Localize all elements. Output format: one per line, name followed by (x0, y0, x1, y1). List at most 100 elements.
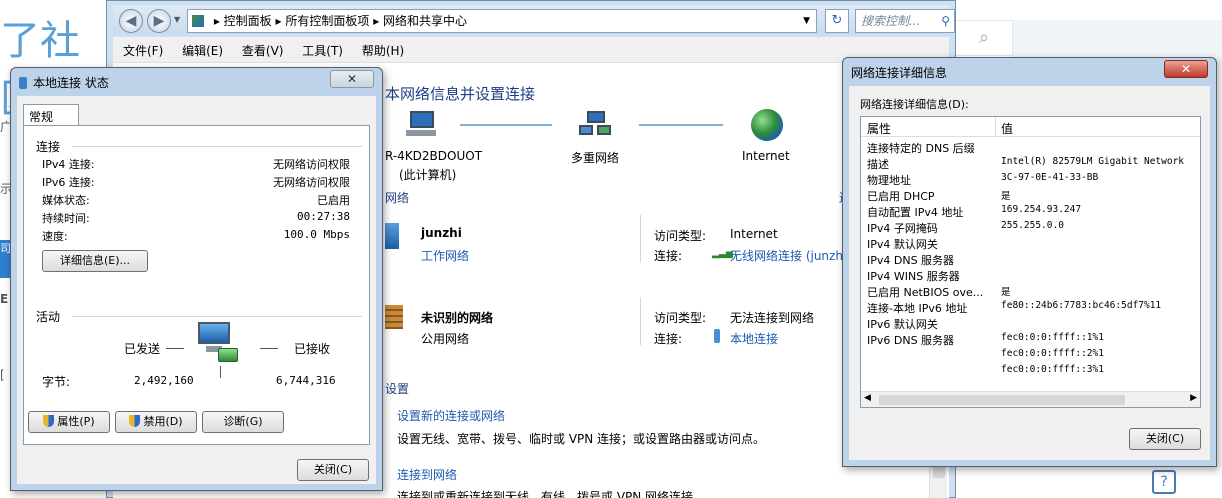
map-node-internet[interactable]: Internet (742, 149, 790, 163)
list-item[interactable]: 物理地址 3C-97-0E-41-33-BB (861, 171, 1200, 187)
close-button[interactable]: 关闭(C) (297, 459, 369, 481)
bytes-sent: 2,492,160 (134, 374, 194, 387)
back-button[interactable]: ◀ (119, 9, 143, 33)
computer-icon (406, 111, 436, 137)
list-item[interactable]: IPv4 WINS 服务器 (861, 267, 1200, 283)
local-connection-link[interactable]: 本地连接 (730, 330, 778, 347)
property-name: 连接-本地 IPv6 地址 (867, 302, 968, 315)
list-rows: 连接特定的 DNS 后缀描述 Intel(R) 82579LM Gigabit N… (861, 139, 1200, 379)
refresh-icon[interactable]: ↻ (825, 9, 849, 33)
list-item[interactable]: IPv4 子网掩码 255.255.0.0 (861, 219, 1200, 235)
property-name: IPv4 默认网关 (867, 238, 938, 251)
property-value: 是 (1001, 191, 1011, 202)
list-item[interactable]: fec0:0:0:ffff::3%1 (861, 363, 1200, 379)
map-node-computer-sub: (此计算机) (399, 168, 457, 182)
property-name: IPv6 DNS 服务器 (867, 334, 955, 347)
status-key: IPv6 连接: (42, 176, 95, 189)
disable-button-label: 禁用(D) (143, 415, 183, 428)
ethernet-icon (714, 329, 720, 343)
list-item[interactable]: 连接-本地 IPv6 地址 fe80::24b6:7783:bc46:5df7%1… (861, 299, 1200, 315)
menu-tools[interactable]: 工具(T) (292, 37, 348, 59)
task-connect-network-link[interactable]: 连接到网络 (397, 466, 457, 483)
page-heading: 本网络信息并设置连接 (385, 85, 536, 103)
menu-file[interactable]: 文件(F) (113, 37, 168, 59)
status-row: IPv4 连接: 无网络访问权限 (42, 156, 350, 172)
disable-button[interactable]: 禁用(D) (115, 411, 197, 433)
network-type: 公用网络 (421, 332, 470, 346)
uac-shield-icon (43, 415, 55, 427)
dialog-title-text: 本地连接 状态 (33, 76, 109, 90)
status-row: 持续时间: 00:27:38 (42, 210, 350, 226)
details-button[interactable]: 详细信息(E)... (42, 250, 148, 272)
column-value[interactable]: 值 (1001, 120, 1013, 137)
details-list[interactable]: 属性 值 连接特定的 DNS 后缀描述 Intel(R) 82579LM Giga… (860, 116, 1201, 408)
list-item[interactable]: 自动配置 IPv4 地址 169.254.93.247 (861, 203, 1200, 219)
property-value: 是 (1001, 287, 1011, 298)
recent-pages-icon[interactable]: ▼ (174, 15, 180, 24)
access-type-value: Internet (730, 227, 778, 241)
scroll-right-icon[interactable]: ▶ (1190, 393, 1197, 403)
horizontal-scrollbar[interactable]: ◀ ▶ (861, 391, 1200, 407)
property-value: Intel(R) 82579LM Gigabit Network (1001, 156, 1185, 167)
connection-icon (19, 77, 27, 89)
forward-button[interactable]: ▶ (147, 9, 171, 33)
received-line (260, 348, 278, 349)
list-item[interactable]: 连接特定的 DNS 后缀 (861, 139, 1200, 155)
status-row: 媒体状态: 已启用 (42, 192, 350, 208)
menu-edit[interactable]: 编辑(E) (172, 37, 228, 59)
list-item[interactable]: 已启用 NetBIOS ove... 是 (861, 283, 1200, 299)
column-property[interactable]: 属性 (867, 120, 891, 137)
background-clip: 司 (0, 240, 11, 278)
list-item[interactable]: IPv4 DNS 服务器 (861, 251, 1200, 267)
menu-view[interactable]: 查看(V) (232, 37, 289, 59)
divider (640, 297, 641, 345)
received-label: 已接收 (294, 342, 331, 356)
list-item[interactable]: IPv6 默认网关 (861, 315, 1200, 331)
search-icon[interactable]: ⚲ (941, 10, 950, 32)
dialog-body: 网络连接详细信息(D): 属性 值 连接特定的 DNS 后缀 描述 Intel(R)… (849, 86, 1210, 460)
background-search-icon[interactable]: ⌕ (955, 20, 1013, 56)
sent-line (166, 348, 184, 349)
list-item[interactable]: 描述 Intel(R) 82579LM Gigabit Network (861, 155, 1200, 171)
feedback-icon[interactable]: ? (1152, 470, 1176, 494)
tab-page: 连接 IPv4 连接: 无网络访问权限 IPv6 连接: 无网络访问权限 媒体状态:… (23, 125, 370, 445)
search-input[interactable]: 搜索控制... ⚲ (855, 9, 955, 33)
dialog-title: 网络连接详细信息 (851, 66, 948, 80)
address-segment[interactable]: 控制面板 (224, 14, 272, 28)
access-type-label: 访问类型: (654, 311, 707, 325)
menu-bar: 文件(F) 编辑(E) 查看(V) 工具(T) 帮助(H) (113, 37, 949, 63)
list-header: 属性 值 (861, 117, 1200, 137)
status-value: 100.0 Mbps (283, 228, 350, 241)
control-panel-icon (192, 15, 204, 27)
properties-button[interactable]: 属性(P) (28, 411, 110, 433)
list-item[interactable]: IPv4 默认网关 (861, 235, 1200, 251)
map-node-multiple: 多重网络 (571, 151, 620, 165)
scroll-left-icon[interactable]: ◀ (864, 393, 871, 403)
dialog-title: 本地连接 状态 (19, 74, 109, 91)
column-divider[interactable] (995, 117, 996, 137)
property-name: 描述 (867, 158, 889, 171)
tab-general[interactable]: 常规 (23, 104, 79, 126)
background-banner: 了社区 (0, 18, 80, 122)
address-dropdown-icon[interactable]: ▼ (803, 10, 810, 32)
properties-button-label: 属性(P) (57, 415, 95, 428)
close-icon[interactable]: ✕ (330, 70, 374, 88)
status-value: 无网络访问权限 (273, 158, 350, 171)
list-item[interactable]: IPv6 DNS 服务器 fec0:0:0:ffff::1%1 (861, 331, 1200, 347)
address-segment[interactable]: 网络和共享中心 (383, 14, 467, 28)
close-button[interactable]: 关闭(C) (1129, 428, 1201, 450)
menu-help[interactable]: 帮助(H) (352, 37, 409, 59)
list-item[interactable]: fec0:0:0:ffff::2%1 (861, 347, 1200, 363)
address-bar[interactable]: ▸ 控制面板 ▸ 所有控制面板项 ▸ 网络和共享中心 ▼ (187, 9, 817, 33)
bytes-line (220, 366, 221, 378)
task-setup-connection-link[interactable]: 设置新的连接或网络 (397, 407, 505, 424)
list-item[interactable]: 已启用 DHCP 是 (861, 187, 1200, 203)
address-segment[interactable]: 所有控制面板项 (285, 14, 369, 28)
wireless-connection-link[interactable]: 无线网络连接 (junzhi) (730, 247, 851, 264)
diagnose-button[interactable]: 诊断(G) (202, 411, 284, 433)
network-type-link[interactable]: 工作网络 (421, 247, 469, 264)
scrollbar-thumb[interactable] (879, 395, 1125, 405)
close-icon[interactable]: ✕ (1164, 60, 1208, 78)
network-activity-icon (198, 322, 242, 368)
group-divider (72, 316, 362, 317)
